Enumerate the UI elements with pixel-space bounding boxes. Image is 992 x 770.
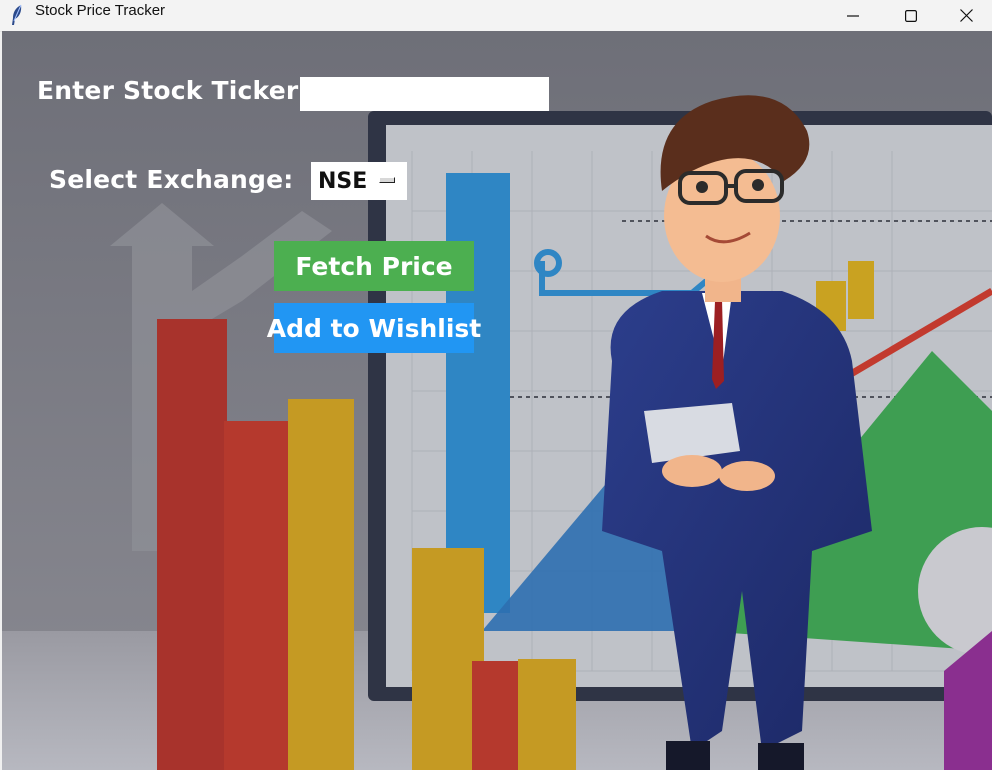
close-button[interactable] <box>940 0 992 31</box>
background-illustration <box>2 31 992 770</box>
ticker-input[interactable] <box>300 77 549 111</box>
option-menu-indicator-icon[interactable] <box>379 177 395 183</box>
window-title: Stock Price Tracker <box>35 2 166 19</box>
exchange-select[interactable]: NSE <box>311 162 407 200</box>
add-to-wishlist-button[interactable]: Add to Wishlist <box>267 303 481 353</box>
ticker-label: Enter Stock Ticker: <box>37 76 309 105</box>
maximize-icon <box>905 9 917 22</box>
title-bar: Stock Price Tracker <box>0 0 992 32</box>
exchange-label: Select Exchange: <box>49 165 294 194</box>
feather-icon <box>12 4 22 25</box>
app-canvas: Enter Stock Ticker: Select Exchange: NSE… <box>2 31 992 770</box>
maximize-button[interactable] <box>882 0 940 31</box>
minimize-button[interactable] <box>824 0 882 31</box>
close-icon <box>959 9 973 22</box>
minimize-icon <box>847 14 859 17</box>
fetch-price-button[interactable]: Fetch Price <box>274 241 474 291</box>
exchange-value: NSE <box>318 168 368 194</box>
